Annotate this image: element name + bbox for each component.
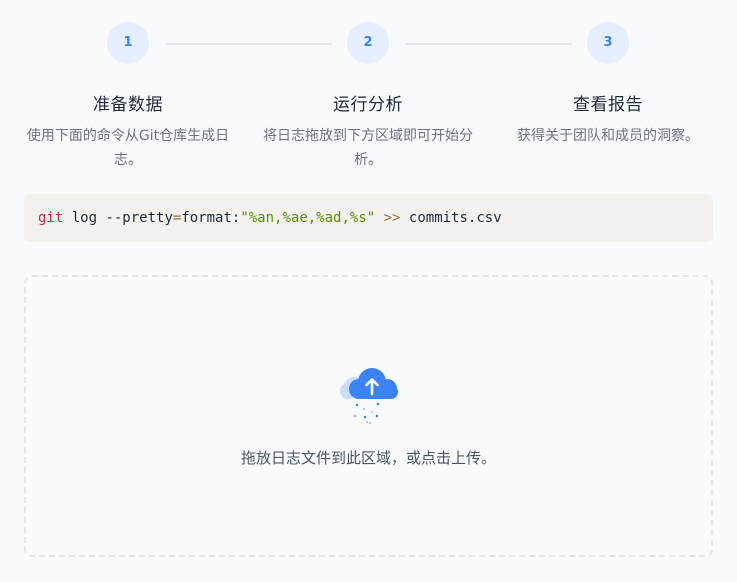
- command-space: [375, 210, 383, 226]
- git-command-code-block[interactable]: git log --pretty=format:"%an,%ae,%ad,%s"…: [24, 194, 713, 242]
- file-drop-zone[interactable]: 拖放日志文件到此区域，或点击上传。: [24, 275, 713, 557]
- command-keyword: git: [38, 210, 64, 226]
- command-args: log --pretty: [63, 210, 173, 226]
- step-title: 运行分析: [333, 95, 403, 115]
- page: 1 准备数据 使用下面的命令从Git仓库生成日志。 2 运行分析 将日志拖放到下…: [0, 0, 737, 582]
- steps-indicator: 1 准备数据 使用下面的命令从Git仓库生成日志。 2 运行分析 将日志拖放到下…: [0, 0, 737, 170]
- cloud-upload-icon: [340, 368, 398, 424]
- step-number-badge: 2: [347, 22, 389, 64]
- step-number-badge: 3: [587, 22, 629, 64]
- step-description: 将日志拖放到下方区域即可开始分析。: [263, 128, 473, 168]
- step-title: 查看报告: [573, 95, 643, 115]
- command-format-string: "%an,%ae,%ad,%s": [240, 210, 376, 226]
- step-number-badge: 1: [107, 22, 149, 64]
- command-output-file: commits.csv: [400, 210, 502, 226]
- step-1: 1 准备数据 使用下面的命令从Git仓库生成日志。: [18, 22, 238, 172]
- step-2: 2 运行分析 将日志拖放到下方区域即可开始分析。: [258, 22, 478, 172]
- step-3: 3 查看报告 获得关于团队和成员的洞察。: [498, 22, 718, 148]
- drop-zone-instructions: 拖放日志文件到此区域，或点击上传。: [240, 449, 496, 467]
- command-redirect: >>: [383, 210, 401, 226]
- step-description: 获得关于团队和成员的洞察。: [517, 128, 699, 144]
- step-title: 准备数据: [93, 95, 163, 115]
- command-args: format:: [181, 210, 241, 226]
- step-description: 使用下面的命令从Git仓库生成日志。: [26, 128, 230, 168]
